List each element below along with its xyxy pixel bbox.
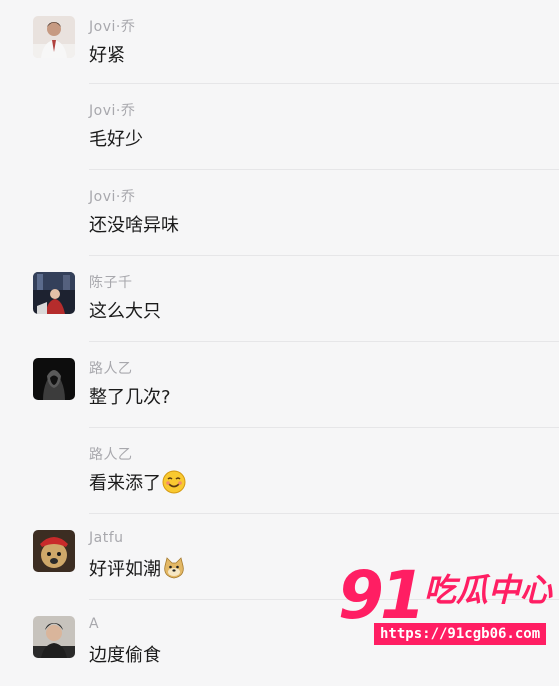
sly-smile-emoji-icon xyxy=(162,470,186,494)
avatar[interactable] xyxy=(33,272,75,314)
message-row: 路人乙 整了几次? xyxy=(0,342,559,428)
message-row: 路人乙 看来添了 xyxy=(0,428,559,514)
author-name[interactable]: 陈子千 xyxy=(89,272,133,292)
message-text: 毛好少 xyxy=(89,125,143,151)
message-row: Jovi·乔 好紧 xyxy=(0,0,559,84)
message-text: 边度偷食 xyxy=(89,641,161,667)
message-content: 边度偷食 xyxy=(89,645,161,666)
message-row: 陈子千 这么大只 xyxy=(0,256,559,342)
author-name[interactable]: Jatfu xyxy=(89,530,124,546)
message-row: Jovi·乔 还没啥异味 xyxy=(0,170,559,256)
message-text: 还没啥异味 xyxy=(89,211,179,237)
message-content: 好评如潮 xyxy=(89,559,161,580)
doge-emoji-icon xyxy=(162,556,186,580)
watermark-url: https://91cgb06.com xyxy=(374,623,547,645)
message-content: 毛好少 xyxy=(89,129,143,150)
message-text: 这么大只 xyxy=(89,297,161,323)
watermark-number: 91 xyxy=(338,557,426,634)
message-content: 好紧 xyxy=(89,45,125,66)
message-content: 整了几次? xyxy=(89,387,171,408)
avatar[interactable] xyxy=(33,358,75,400)
author-name[interactable]: 路人乙 xyxy=(89,444,133,464)
message-text: 好评如潮 xyxy=(89,555,186,581)
author-name[interactable]: Jovi·乔 xyxy=(89,186,135,206)
avatar[interactable] xyxy=(33,16,75,58)
message-text: 看来添了 xyxy=(89,469,186,495)
author-name[interactable]: A xyxy=(89,616,99,632)
author-name[interactable]: 路人乙 xyxy=(89,358,133,378)
avatar[interactable] xyxy=(33,616,75,658)
message-content: 还没啥异味 xyxy=(89,215,179,236)
message-content: 看来添了 xyxy=(89,473,161,494)
watermark: 91 吃瓜中心 https://91cgb06.com xyxy=(338,563,559,671)
avatar[interactable] xyxy=(33,530,75,572)
message-content: 这么大只 xyxy=(89,301,161,322)
message-text: 整了几次? xyxy=(89,383,171,409)
message-row: Jovi·乔 毛好少 xyxy=(0,84,559,170)
author-name[interactable]: Jovi·乔 xyxy=(89,16,135,36)
author-name[interactable]: Jovi·乔 xyxy=(89,100,135,120)
message-text: 好紧 xyxy=(89,41,125,67)
watermark-title: 吃瓜中心 xyxy=(424,571,553,609)
